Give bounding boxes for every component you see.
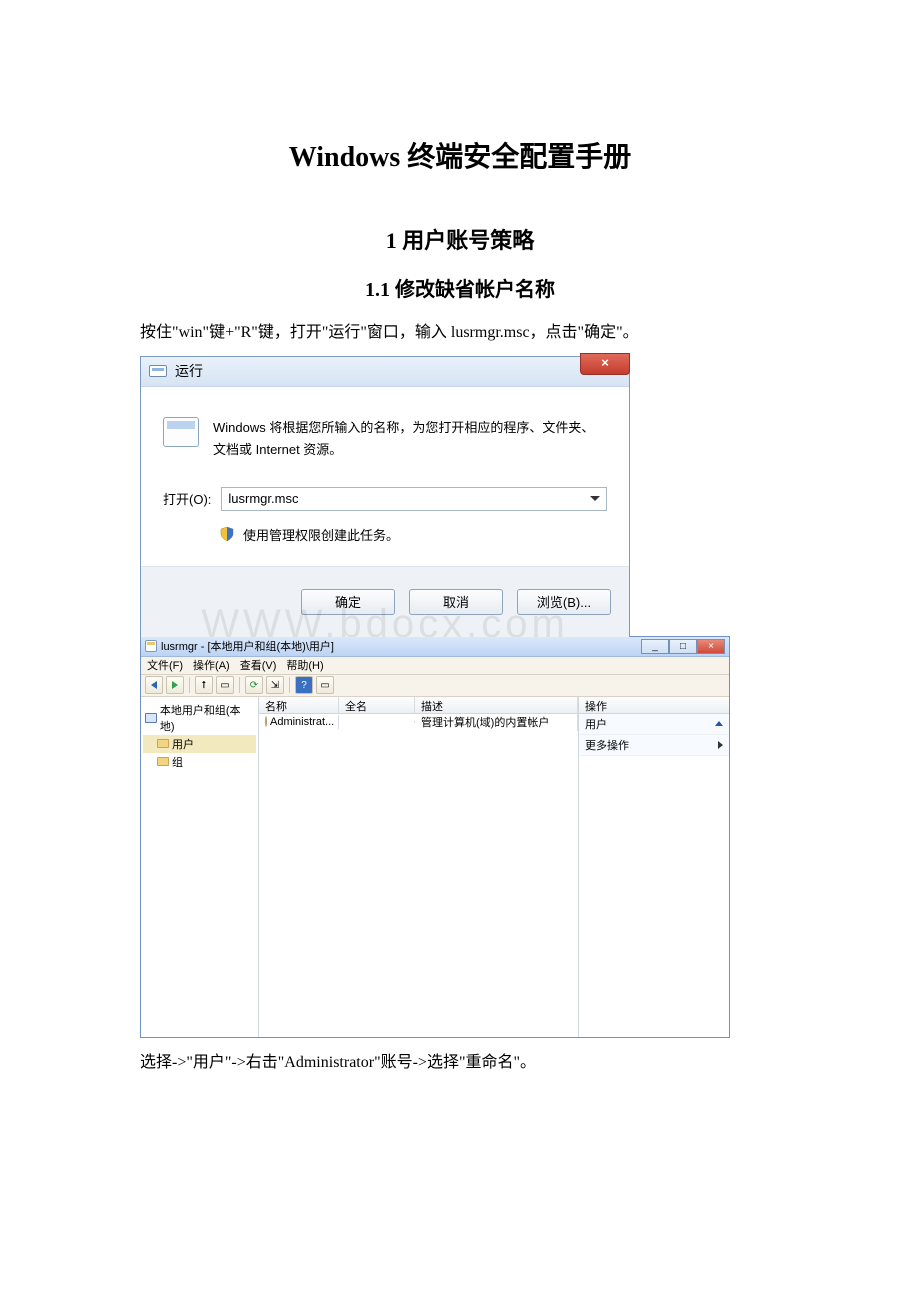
row-fullname: [339, 721, 415, 723]
run-dialog-icon: [149, 365, 167, 377]
export-button[interactable]: ⇲: [266, 676, 284, 694]
mmc-menubar: 文件(F) 操作(A) 查看(V) 帮助(H): [141, 657, 729, 675]
list-row-administrator[interactable]: Administrat... 管理计算机(域)的内置帐户: [259, 714, 578, 730]
run-program-icon: [163, 417, 199, 447]
admin-note: 使用管理权限创建此任务。: [243, 525, 399, 544]
actions-users[interactable]: 用户: [579, 714, 729, 735]
menu-action[interactable]: 操作(A): [193, 657, 230, 673]
folder-icon: [157, 739, 169, 748]
menu-file[interactable]: 文件(F): [147, 657, 183, 673]
properties-button[interactable]: ▭: [216, 676, 234, 694]
actions-header: 操作: [579, 697, 729, 714]
toolbar-separator: [289, 677, 290, 693]
user-icon: [265, 716, 267, 727]
row-desc: 管理计算机(域)的内置帐户: [415, 713, 578, 731]
chevron-down-icon[interactable]: [590, 496, 600, 501]
view-button[interactable]: ▭: [316, 676, 334, 694]
tree-root[interactable]: 本地用户和组(本地): [143, 701, 256, 735]
refresh-button[interactable]: ⟳: [245, 676, 263, 694]
col-name[interactable]: 名称: [259, 697, 339, 713]
list-header: 名称 全名 描述: [259, 697, 578, 714]
toolbar-separator: [189, 677, 190, 693]
run-description: Windows 将根据您所输入的名称，为您打开相应的程序、文件夹、文档或 Int…: [213, 417, 607, 461]
row-name: Administrat...: [270, 716, 334, 728]
maximize-button[interactable]: □: [669, 639, 697, 654]
run-dialog-title: 运行: [175, 361, 203, 381]
run-dialog: 运行 × Windows 将根据您所输入的名称，为您打开相应的程序、文件夹、文档…: [140, 356, 630, 640]
actions-more-label: 更多操作: [585, 737, 629, 753]
tree-groups-label: 组: [172, 754, 183, 770]
back-button[interactable]: [145, 676, 163, 694]
paragraph-1: 按住"win"键+"R"键，打开"运行"窗口，输入 lusrmgr.msc，点击…: [140, 320, 780, 346]
actions-more[interactable]: 更多操作: [579, 735, 729, 756]
tree-root-label: 本地用户和组(本地): [160, 702, 254, 734]
folder-icon: [157, 757, 169, 766]
collapse-icon: [715, 721, 723, 726]
section-1-1-heading: 1.1 修改缺省帐户名称: [140, 273, 780, 302]
col-fullname[interactable]: 全名: [339, 697, 415, 713]
mmc-toolbar: ⭡ ▭ ⟳ ⇲ ? ▭: [141, 675, 729, 697]
arrow-right-icon: [172, 681, 178, 689]
arrow-left-icon: [151, 681, 157, 689]
computer-icon: [145, 713, 157, 723]
menu-view[interactable]: 查看(V): [240, 657, 277, 673]
mmc-list[interactable]: 名称 全名 描述 Administrat... 管理计算机(域)的内置帐户: [259, 697, 579, 1037]
mmc-app-icon: [145, 640, 157, 652]
mmc-title: lusrmgr - [本地用户和组(本地)\用户]: [161, 638, 641, 654]
document-title: Windows 终端安全配置手册: [140, 135, 780, 175]
mmc-tree[interactable]: 本地用户和组(本地) 用户 组: [141, 697, 259, 1037]
open-label: 打开(O):: [163, 489, 211, 508]
close-button[interactable]: ×: [697, 639, 725, 654]
lusrmgr-window: lusrmgr - [本地用户和组(本地)\用户] _ □ × 文件(F) 操作…: [140, 636, 730, 1038]
tree-node-groups[interactable]: 组: [143, 753, 256, 771]
open-value: lusrmgr.msc: [228, 491, 298, 506]
toolbar-separator: [239, 677, 240, 693]
actions-users-label: 用户: [585, 716, 607, 732]
minimize-button[interactable]: _: [641, 639, 669, 654]
close-button[interactable]: ×: [580, 353, 630, 375]
shield-icon: [219, 526, 235, 542]
paragraph-2: 选择->"用户"->右击"Administrator"账号->选择"重命名"。: [140, 1050, 780, 1076]
tree-node-users[interactable]: 用户: [143, 735, 256, 753]
help-button[interactable]: ?: [295, 676, 313, 694]
chevron-right-icon: [718, 741, 723, 749]
ok-button[interactable]: 确定: [301, 589, 395, 615]
mmc-actions-pane: 操作 用户 更多操作: [579, 697, 729, 1037]
section-1-heading: 1 用户账号策略: [140, 223, 780, 255]
open-combobox[interactable]: lusrmgr.msc: [221, 487, 607, 511]
menu-help[interactable]: 帮助(H): [286, 657, 323, 673]
forward-button[interactable]: [166, 676, 184, 694]
col-desc[interactable]: 描述: [415, 697, 578, 713]
run-dialog-titlebar[interactable]: 运行 ×: [141, 357, 629, 387]
cancel-button[interactable]: 取消: [409, 589, 503, 615]
mmc-titlebar[interactable]: lusrmgr - [本地用户和组(本地)\用户] _ □ ×: [141, 637, 729, 657]
tree-users-label: 用户: [172, 736, 194, 752]
browse-button[interactable]: 浏览(B)...: [517, 589, 611, 615]
up-button[interactable]: ⭡: [195, 676, 213, 694]
